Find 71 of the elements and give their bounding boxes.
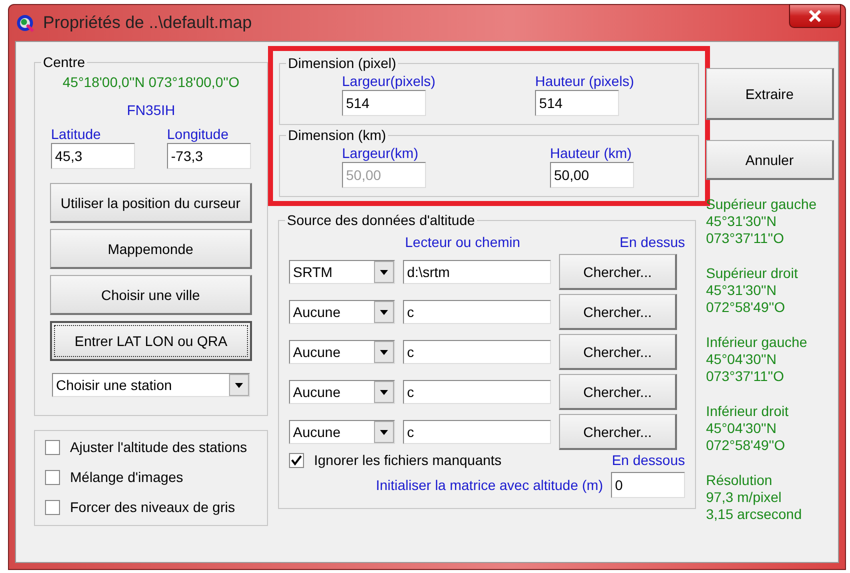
info-value: 073°37'11''O	[706, 368, 785, 385]
latitude-field[interactable]: 45,3	[51, 143, 135, 169]
path-field[interactable]: c	[403, 380, 551, 404]
group-title: Dimension (km)	[287, 127, 388, 143]
browse-button[interactable]: Chercher...	[559, 294, 677, 330]
group-title: Source des données d'altitude	[286, 212, 476, 228]
field-label: Largeur(pixels)	[342, 73, 436, 89]
field-label: Longitude	[167, 126, 230, 142]
dialog-button[interactable]: Extraire	[706, 68, 834, 120]
window-title: Propriétés de ..\default.map	[43, 13, 252, 33]
field-label: Latitude	[51, 126, 102, 142]
info-title: Supérieur gauche	[706, 196, 818, 213]
checkbox[interactable]	[45, 440, 60, 454]
info-value: 45°04'30''N	[706, 420, 778, 437]
info-value: 072°58'49''O	[706, 437, 786, 454]
close-icon	[808, 10, 822, 22]
path-field[interactable]: c	[403, 420, 551, 444]
field-label: Hauteur (km)	[550, 145, 633, 161]
info-title: Résolution	[706, 472, 774, 489]
field-label: Largeur(km)	[342, 145, 420, 161]
checkbox[interactable]	[289, 452, 304, 468]
info-value: 072°58'49''O	[706, 299, 786, 316]
checkbox-label: Ignorer les fichiers manquants	[314, 452, 502, 468]
path-field[interactable]: c	[403, 300, 551, 324]
altitude-field[interactable]: 0	[611, 472, 685, 498]
checkbox-label: Forcer des niveaux de gris	[70, 499, 235, 515]
station-dropdown[interactable]: Choisir une station	[52, 373, 250, 397]
info-value: 45°04'30''N	[706, 351, 778, 368]
source-dropdown[interactable]: Aucune	[289, 300, 395, 324]
browse-button[interactable]: Chercher...	[559, 414, 677, 450]
path-field[interactable]: c	[403, 340, 551, 364]
info-value: 45°31'30''N	[706, 282, 778, 299]
order-label: En dessous	[612, 452, 685, 468]
action-button[interactable]: Utiliser la position du curseur	[50, 183, 252, 223]
dimension-field[interactable]: 50,00	[550, 162, 634, 188]
source-dropdown[interactable]: SRTM	[289, 260, 395, 284]
dimension-field[interactable]: 514	[342, 90, 426, 116]
source-dropdown[interactable]: Aucune	[289, 420, 395, 444]
checkbox[interactable]	[45, 500, 60, 514]
info-value: 073°37'11''O	[706, 230, 785, 247]
centre-coordinates: 45°18'00,0''N 073°18'00,0''O	[62, 73, 240, 92]
browse-button[interactable]: Chercher...	[559, 334, 677, 370]
action-button[interactable]: Entrer LAT LON ou QRA	[50, 321, 252, 361]
source-dropdown[interactable]: Aucune	[289, 340, 395, 364]
info-title: Inférieur gauche	[706, 334, 808, 351]
dialog-button[interactable]: Annuler	[706, 140, 834, 180]
column-header: Lecteur ou chemin	[405, 234, 520, 250]
info-title: Inférieur droit	[706, 403, 790, 420]
locator-text: FN35IH	[126, 101, 176, 120]
info-value: 97,3 m/pixel	[706, 489, 782, 506]
checkbox-label: Ajuster l'altitude des stations	[70, 439, 247, 455]
close-button[interactable]	[789, 4, 841, 28]
field-label: Initialiser la matrice avec altitude (m)	[376, 477, 603, 493]
action-button[interactable]: Mappemonde	[50, 229, 252, 269]
browse-button[interactable]: Chercher...	[559, 374, 677, 410]
path-field[interactable]: d:\srtm	[403, 260, 551, 284]
source-dropdown[interactable]: Aucune	[289, 380, 395, 404]
checkbox-label: Mélange d'images	[70, 469, 184, 485]
info-value: 45°31'30''N	[706, 213, 778, 230]
field-label: Hauteur (pixels)	[535, 73, 634, 89]
order-label: En dessus	[620, 234, 685, 250]
group-title: Centre	[42, 54, 86, 70]
longitude-field[interactable]: -73,3	[167, 143, 251, 169]
browse-button[interactable]: Chercher...	[559, 254, 677, 290]
dimension-field[interactable]: 514	[535, 90, 620, 116]
group-title: Dimension (pixel)	[287, 55, 398, 71]
info-title: Supérieur droit	[706, 265, 799, 282]
action-button[interactable]: Choisir une ville	[50, 275, 252, 315]
info-value: 3,15 arcsecond	[706, 506, 803, 523]
app-icon	[15, 13, 35, 33]
checkbox[interactable]	[45, 470, 60, 484]
